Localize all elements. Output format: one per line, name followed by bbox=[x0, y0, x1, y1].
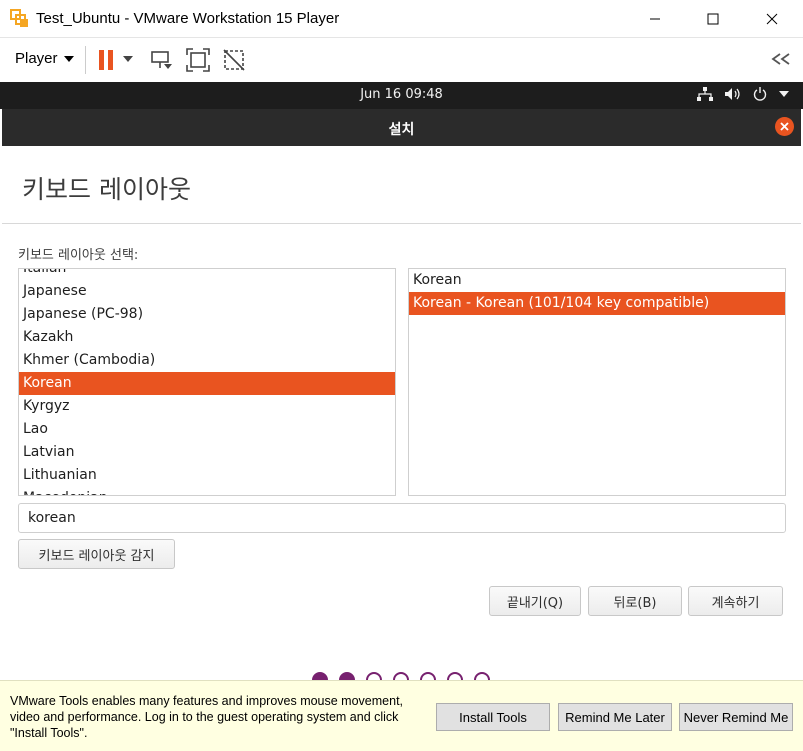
chevron-down-icon[interactable] bbox=[779, 91, 789, 97]
fullscreen-icon[interactable] bbox=[186, 48, 210, 72]
window-title: Test_Ubuntu - VMware Workstation 15 Play… bbox=[36, 10, 340, 27]
layout-list-item[interactable]: Korean bbox=[19, 372, 395, 395]
power-icon[interactable] bbox=[753, 87, 767, 101]
system-tray[interactable] bbox=[697, 87, 789, 101]
layout-list-item[interactable]: Kazakh bbox=[19, 326, 395, 349]
vmware-tools-message: VMware Tools enables many features and i… bbox=[10, 694, 404, 740]
layout-list-item[interactable]: Lithuanian bbox=[19, 464, 395, 487]
maximize-button[interactable] bbox=[690, 0, 736, 38]
volume-icon[interactable] bbox=[725, 87, 741, 101]
close-installer-button[interactable] bbox=[775, 117, 794, 136]
install-tools-button[interactable]: Install Tools bbox=[436, 703, 550, 731]
minimize-icon bbox=[650, 18, 660, 20]
installer-header: 설치 bbox=[2, 109, 801, 146]
vmware-tools-notification: VMware Tools enables many features and i… bbox=[0, 680, 803, 751]
dropdown-arrow-icon bbox=[63, 55, 74, 62]
window-titlebar: Test_Ubuntu - VMware Workstation 15 Play… bbox=[0, 0, 803, 38]
maximize-icon bbox=[707, 13, 719, 25]
never-remind-me-button[interactable]: Never Remind Me bbox=[679, 703, 793, 731]
page-title: 키보드 레이아웃 bbox=[22, 175, 191, 204]
player-menu-label: Player bbox=[15, 50, 58, 67]
toolbar-separator bbox=[85, 46, 86, 74]
layout-list-item[interactable]: Latvian bbox=[19, 441, 395, 464]
network-icon[interactable] bbox=[697, 87, 713, 101]
pause-dropdown-icon[interactable] bbox=[122, 54, 134, 64]
pause-icon[interactable] bbox=[96, 48, 120, 72]
installer-title: 설치 bbox=[388, 122, 415, 138]
vmware-app-icon bbox=[10, 9, 28, 27]
variant-rows: Korean Korean - Korean (101/104 key compa… bbox=[409, 269, 785, 315]
clock[interactable]: Jun 16 09:48 bbox=[0, 87, 803, 102]
layout-rows: Italian Japanese Japanese (PC-98) Kazakh Khm… bbox=[19, 269, 395, 495]
vmware-toolbar: Player bbox=[0, 38, 803, 82]
send-ctrl-alt-del-icon[interactable] bbox=[150, 48, 174, 72]
back-button[interactable]: 뒤로(B) bbox=[588, 586, 682, 616]
layout-search-input[interactable]: korean bbox=[18, 503, 786, 533]
collapse-icon[interactable] bbox=[770, 52, 792, 66]
unity-icon[interactable] bbox=[222, 48, 246, 72]
close-window-button[interactable] bbox=[749, 0, 795, 38]
variant-list-item[interactable]: Korean - Korean (101/104 key compatible) bbox=[409, 292, 785, 315]
divider bbox=[2, 223, 801, 224]
variant-list-item[interactable]: Korean bbox=[409, 269, 785, 292]
layout-list-item[interactable]: Macedonian bbox=[19, 487, 395, 495]
layout-list-item[interactable]: Khmer (Cambodia) bbox=[19, 349, 395, 372]
keyboard-variant-list[interactable]: Korean Korean - Korean (101/104 key compa… bbox=[408, 268, 786, 496]
keyboard-layout-list[interactable]: Italian Japanese Japanese (PC-98) Kazakh Khm… bbox=[18, 268, 396, 496]
keyboard-layout-label: 키보드 레이아웃 선택: bbox=[18, 248, 139, 263]
detect-keyboard-layout-button[interactable]: 키보드 레이아웃 감지 bbox=[18, 539, 175, 569]
continue-button[interactable]: 계속하기 bbox=[688, 586, 783, 616]
layout-list-item[interactable]: Kyrgyz bbox=[19, 395, 395, 418]
layout-list-item[interactable]: Japanese (PC-98) bbox=[19, 303, 395, 326]
player-menu[interactable]: Player bbox=[15, 50, 74, 67]
close-icon bbox=[766, 13, 778, 25]
layout-list-item[interactable]: Italian bbox=[19, 269, 395, 280]
close-icon bbox=[780, 122, 789, 131]
layout-list-item[interactable]: Lao bbox=[19, 418, 395, 441]
ubuntu-top-bar: Jun 16 09:48 bbox=[0, 82, 803, 109]
layout-list-item[interactable]: Japanese bbox=[19, 280, 395, 303]
remind-me-later-button[interactable]: Remind Me Later bbox=[558, 703, 672, 731]
minimize-button[interactable] bbox=[632, 0, 678, 38]
quit-button[interactable]: 끝내기(Q) bbox=[489, 586, 581, 616]
